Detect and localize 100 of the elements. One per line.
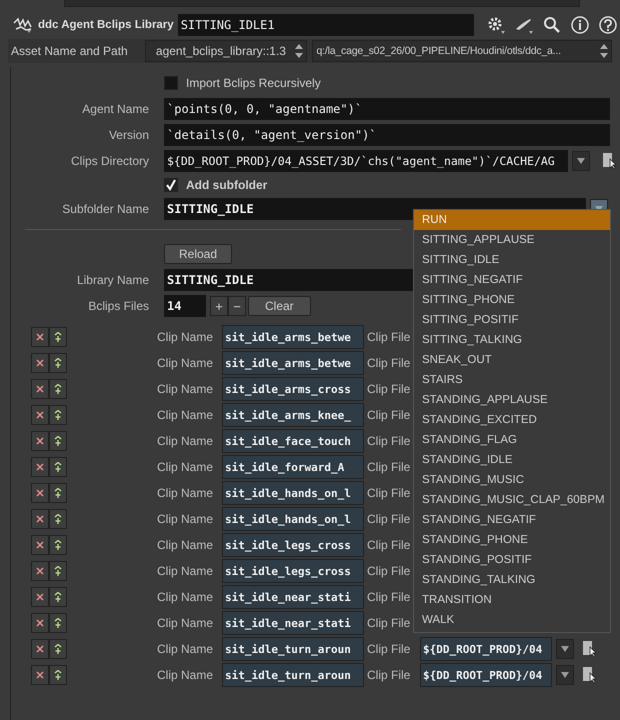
delete-button[interactable] xyxy=(31,665,49,685)
clip-name-field[interactable]: sit_idle_legs_cross xyxy=(222,559,364,583)
clip-name-field[interactable]: sit_idle_near_stati xyxy=(222,585,364,609)
delete-button[interactable] xyxy=(31,561,49,581)
insert-button[interactable] xyxy=(49,353,67,373)
delete-button[interactable] xyxy=(31,457,49,477)
insert-button[interactable] xyxy=(49,587,67,607)
menu-item[interactable]: STANDING_PHONE xyxy=(414,530,610,550)
insert-button[interactable] xyxy=(49,561,67,581)
menu-item[interactable]: STAIRS xyxy=(414,370,610,390)
import-checkbox[interactable] xyxy=(164,76,178,90)
clip-name-field[interactable]: sit_idle_hands_on_l xyxy=(222,507,364,531)
menu-item[interactable]: RUN xyxy=(414,210,610,230)
insert-button[interactable] xyxy=(49,535,67,555)
menu-item[interactable]: STANDING_APPLAUSE xyxy=(414,390,610,410)
subfolder-checkbox[interactable] xyxy=(164,178,178,192)
count-field[interactable]: 14 xyxy=(164,295,206,317)
menu-item[interactable]: SITTING_IDLE xyxy=(414,250,610,270)
clip-file-label: Clip File xyxy=(366,434,412,448)
gear-icon[interactable] xyxy=(486,15,506,35)
delete-button[interactable] xyxy=(31,483,49,503)
reload-button[interactable]: Reload xyxy=(164,244,232,264)
menu-item[interactable]: TRANSITION xyxy=(414,590,610,610)
menu-item[interactable]: STANDING_TALKING xyxy=(414,570,610,590)
info-icon[interactable] xyxy=(570,15,590,35)
clip-name-field[interactable]: sit_idle_turn_aroun xyxy=(222,663,364,687)
delete-button[interactable] xyxy=(31,327,49,347)
file-browse-icon[interactable] xyxy=(582,640,598,658)
insert-button[interactable] xyxy=(49,405,67,425)
menu-item[interactable]: SITTING_NEGATIF xyxy=(414,270,610,290)
file-browse-icon[interactable] xyxy=(582,666,598,684)
clip-file-field[interactable]: ${DD_ROOT_PROD}/04 xyxy=(420,637,552,661)
insert-icon xyxy=(54,514,62,524)
clip-name-field[interactable]: sit_idle_near_stati xyxy=(222,611,364,635)
asset-label: Asset Name and Path xyxy=(10,44,129,58)
library-name-field[interactable]: SITTING_IDLE xyxy=(164,269,414,291)
clip-name-field[interactable]: sit_idle_arms_cross xyxy=(222,377,364,401)
clip-name-field[interactable]: sit_idle_hands_on_l xyxy=(222,481,364,505)
clip-name-field[interactable]: sit_idle_face_touch xyxy=(222,429,364,453)
insert-button[interactable] xyxy=(49,379,67,399)
node-type-icon[interactable] xyxy=(12,17,34,33)
clip-name-field[interactable]: sit_idle_legs_cross xyxy=(222,533,364,557)
clip-name-field[interactable]: sit_idle_arms_betwe xyxy=(222,325,364,349)
add-button[interactable]: + xyxy=(210,296,228,316)
menu-item[interactable]: SITTING_TALKING xyxy=(414,330,610,350)
dropdown-button[interactable] xyxy=(572,151,590,171)
menu-item[interactable]: WALK xyxy=(414,610,610,630)
parameter-label: Library Name xyxy=(76,273,150,287)
delete-button[interactable] xyxy=(31,431,49,451)
menu-item[interactable]: STANDING_NEGATIF xyxy=(414,510,610,530)
asset-name-select[interactable]: agent_bclips_library::1.3 xyxy=(145,40,307,62)
menu-item[interactable]: STANDING_POSITIF xyxy=(414,550,610,570)
menu-item[interactable]: SNEAK_OUT xyxy=(414,350,610,370)
insert-icon xyxy=(54,618,62,628)
clip-file-label: Clip File xyxy=(366,486,412,500)
menu-item[interactable]: SITTING_POSITIF xyxy=(414,310,610,330)
help-icon[interactable] xyxy=(598,15,618,35)
insert-button[interactable] xyxy=(49,327,67,347)
directory-field[interactable]: ${DD_ROOT_PROD}/04_ASSET/3D/`chs("agent_name")`/CACHE/AG xyxy=(164,150,568,172)
insert-button[interactable] xyxy=(49,665,67,685)
dropdown-button[interactable] xyxy=(556,639,574,659)
clip-name-field[interactable]: sit_idle_arms_betwe xyxy=(222,351,364,375)
insert-button[interactable] xyxy=(49,509,67,529)
node-name-field[interactable]: SITTING_IDLE1 xyxy=(178,14,474,36)
delete-button[interactable] xyxy=(31,405,49,425)
menu-item[interactable]: STANDING_MUSIC_CLAP_60BPM xyxy=(414,490,610,510)
insert-icon xyxy=(54,540,62,550)
clear-button[interactable]: Clear xyxy=(248,296,311,316)
insert-button[interactable] xyxy=(49,613,67,633)
delete-button[interactable] xyxy=(31,509,49,529)
delete-button[interactable] xyxy=(31,379,49,399)
menu-item[interactable]: STANDING_IDLE xyxy=(414,450,610,470)
delete-button[interactable] xyxy=(31,535,49,555)
clip-name-label: Clip Name xyxy=(157,564,214,578)
file-browse-icon[interactable] xyxy=(602,152,618,170)
clip-name-field[interactable]: sit_idle_arms_knee_ xyxy=(222,403,364,427)
expression-field[interactable]: `points(0, 0, "agentname")` xyxy=(164,98,610,120)
clip-name-field[interactable]: sit_idle_turn_aroun xyxy=(222,637,364,661)
menu-item[interactable]: SITTING_APPLAUSE xyxy=(414,230,610,250)
delete-button[interactable] xyxy=(31,613,49,633)
clip-name-field[interactable]: sit_idle_forward_A xyxy=(222,455,364,479)
clip-file-label: Clip File xyxy=(366,590,412,604)
expression-field[interactable]: `details(0, "agent_version")` xyxy=(164,124,610,146)
menu-item[interactable]: STANDING_EXCITED xyxy=(414,410,610,430)
clip-file-field[interactable]: ${DD_ROOT_PROD}/04 xyxy=(420,663,552,687)
menu-item[interactable]: STANDING_MUSIC xyxy=(414,470,610,490)
menu-item[interactable]: STANDING_FLAG xyxy=(414,430,610,450)
search-icon[interactable] xyxy=(542,15,562,35)
delete-button[interactable] xyxy=(31,639,49,659)
remove-button[interactable]: − xyxy=(228,296,246,316)
delete-button[interactable] xyxy=(31,587,49,607)
insert-button[interactable] xyxy=(49,457,67,477)
dropdown-button[interactable] xyxy=(556,665,574,685)
delete-button[interactable] xyxy=(31,353,49,373)
insert-button[interactable] xyxy=(49,483,67,503)
insert-button[interactable] xyxy=(49,431,67,451)
insert-button[interactable] xyxy=(49,639,67,659)
menu-item[interactable]: SITTING_PHONE xyxy=(414,290,610,310)
asset-path-select[interactable]: q:/la_cage_s02_26/00_PIPELINE/Houdini/otls/ddc_a... xyxy=(312,40,612,62)
insert-icon xyxy=(54,592,62,602)
